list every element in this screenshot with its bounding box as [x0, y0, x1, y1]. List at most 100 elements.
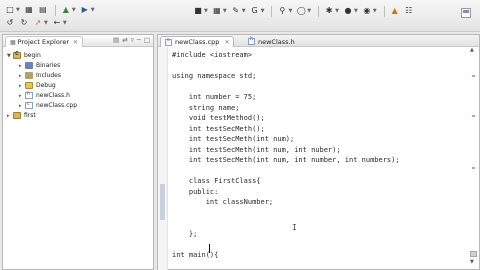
forward-icon[interactable]: ↻ — [18, 18, 30, 29]
tree-item-binaries[interactable]: ▸ Binaries — [19, 61, 60, 70]
binaries-icon — [25, 62, 33, 69]
minimize-icon[interactable]: ─ — [137, 36, 141, 44]
tree-item-newclass-cpp[interactable]: ▸ newClass.cpp — [19, 101, 77, 110]
code-line: void testMethod(); — [172, 114, 265, 122]
history-back-icon[interactable]: ← — [51, 18, 63, 29]
toolbar-separator — [271, 5, 273, 17]
chevron-down-icon[interactable]: ▼ — [354, 8, 358, 14]
perspective-icon[interactable]: ▲ — [389, 6, 401, 17]
code-area[interactable]: int main(){ }; int classNumber; public: … — [172, 51, 466, 267]
project-icon — [13, 112, 21, 119]
tree-item-newclass-h[interactable]: ▸ newClass.h — [19, 91, 70, 100]
maximize-icon[interactable]: □ — [144, 36, 150, 44]
tab-label: newClass.cpp — [175, 38, 220, 46]
toolbar-row-2: ↺ ↻ ➚ ▼ ← ▼ — [4, 16, 70, 30]
view-menu-icon[interactable]: ▿ — [131, 36, 134, 44]
save-icon[interactable]: ▦ — [23, 5, 35, 16]
back-icon[interactable]: ↺ — [4, 18, 16, 29]
toolbar-separator — [54, 4, 56, 16]
source-file-icon — [25, 101, 33, 109]
overview-mark — [472, 115, 475, 117]
new-icon[interactable]: □ — [4, 5, 16, 16]
project-icon — [13, 51, 21, 59]
change-marker — [160, 184, 165, 220]
tree-item-begin[interactable]: ▼ begin — [7, 51, 41, 60]
tab-newclass-h[interactable]: newClass.h — [244, 36, 299, 47]
header-file-icon — [25, 91, 33, 99]
code-line: string name; — [172, 103, 240, 112]
build-icon[interactable]: ➚ — [32, 18, 44, 29]
overview-mark — [472, 167, 475, 169]
folder-tree-icon: ▦ — [10, 38, 16, 46]
project-explorer-view: ▦ Project Explorer ✕ ▤ ⇄ ▿ ─ □ ▼ begin ▸… — [2, 34, 154, 270]
new-file-icon[interactable]: ▦ — [211, 6, 223, 17]
chevron-down-icon[interactable]: ▼ — [223, 8, 227, 14]
code-line: #include <iostream> — [172, 51, 253, 59]
toolbar-right: ■ ▼ ▦ ▼ ✎ ▼ G ▼ ⚲ ▼ ◯ ▼ ✱ ▼ ● ▼ ◉ ▼ ▲ ☷ — [192, 4, 417, 18]
run-icon[interactable]: ▶ — [79, 5, 91, 16]
editor-ruler — [158, 47, 168, 270]
chevron-down-icon[interactable]: ▼ — [44, 20, 48, 26]
chevron-down-icon[interactable]: ▼ — [335, 8, 339, 14]
vertical-scrollbar[interactable]: ▲ ▼ — [470, 47, 477, 267]
main-toolbar: □ ▼ ▦ ▤ ▲ ▼ ▶ ▼ ↺ ↻ ➚ ▼ ← ▼ ■ ▼ ▦ ▼ ✎ ▼ G ▼ ⚲ ▼ ◯ ▼… — [0, 0, 480, 32]
code-line: int testSecMeth(); — [172, 124, 265, 133]
scroll-thumb[interactable] — [470, 251, 477, 257]
chevron-down-icon[interactable]: ▼ — [373, 8, 377, 14]
text-cursor — [209, 244, 210, 253]
search-icon[interactable]: ⚲ — [276, 6, 288, 17]
tree-item-includes[interactable]: ▸ Includes — [19, 71, 61, 80]
new-class-icon[interactable]: ■ — [192, 6, 204, 17]
tree-item-debug[interactable]: ▸ Debug — [19, 81, 56, 90]
chevron-down-icon[interactable]: ▼ — [91, 7, 95, 13]
maximize-window-icon[interactable] — [461, 8, 471, 18]
refactor-icon[interactable]: ✎ — [230, 6, 242, 17]
collapse-all-icon[interactable]: ▤ — [113, 36, 119, 44]
toolbar-row-1: □ ▼ ▦ ▤ ▲ ▼ ▶ ▼ — [4, 3, 98, 17]
code-line: int testSecMeth(int num); — [172, 135, 295, 143]
open-perspective-icon[interactable]: ☷ — [403, 6, 415, 17]
tree-item-first[interactable]: ▸ first — [7, 111, 36, 120]
chevron-down-icon[interactable]: ▼ — [288, 8, 292, 14]
tab-newclass-cpp[interactable]: newClass.cpp ✕ — [160, 36, 235, 47]
debug-icon[interactable]: ▲ — [60, 5, 72, 16]
chevron-down-icon[interactable]: ▼ — [204, 8, 208, 14]
editor-tabbar: newClass.cpp ✕ newClass.h — [158, 35, 479, 47]
tree-item-label: Binaries — [36, 62, 61, 69]
tab-label: newClass.h — [258, 37, 295, 46]
tree-item-label: Includes — [36, 72, 61, 79]
open-type-icon[interactable]: G — [249, 6, 261, 17]
close-icon[interactable]: ✕ — [224, 39, 229, 46]
coverage-icon[interactable]: ◉ — [361, 6, 373, 17]
toolbar-separator — [318, 5, 320, 17]
tree-item-label: first — [24, 112, 36, 119]
view-toolbar: ▤ ⇄ ▿ ─ □ — [110, 36, 150, 44]
code-line: }; — [172, 229, 198, 238]
chevron-down-icon[interactable]: ▼ — [72, 7, 76, 13]
source-file-icon — [165, 37, 172, 46]
code-line: int main(){ — [172, 250, 219, 259]
mouse-ibeam-icon: I — [292, 223, 297, 232]
includes-icon — [25, 72, 33, 79]
external-tools-icon[interactable]: ◯ — [295, 6, 307, 17]
chevron-down-icon[interactable]: ▼ — [307, 8, 311, 14]
code-line: int classNumber; — [172, 198, 274, 206]
tab-project-explorer[interactable]: ▦ Project Explorer ✕ — [5, 36, 84, 47]
tab-label: Project Explorer — [17, 38, 70, 46]
chevron-down-icon[interactable]: ▼ — [242, 8, 246, 14]
scroll-down-icon[interactable]: ▼ — [470, 259, 474, 265]
run-menu-icon[interactable]: ● — [342, 6, 354, 17]
code-line: int number = 75; — [172, 93, 257, 101]
code-line: public: — [172, 187, 219, 196]
tree-item-label: newClass.cpp — [36, 102, 78, 109]
chevron-down-icon[interactable]: ▼ — [16, 7, 20, 13]
debug-menu-icon[interactable]: ✱ — [323, 6, 335, 17]
print-icon[interactable]: ▤ — [37, 5, 49, 16]
chevron-down-icon[interactable]: ▼ — [261, 8, 265, 14]
code-line: int testSecMeth(int num, int number, int… — [172, 156, 400, 164]
link-editor-icon[interactable]: ⇄ — [122, 36, 127, 44]
tree-item-label: newClass.h — [36, 92, 70, 99]
scroll-up-icon[interactable]: ▲ — [470, 47, 474, 53]
close-icon[interactable]: ✕ — [73, 39, 78, 46]
chevron-down-icon[interactable]: ▼ — [63, 20, 67, 26]
